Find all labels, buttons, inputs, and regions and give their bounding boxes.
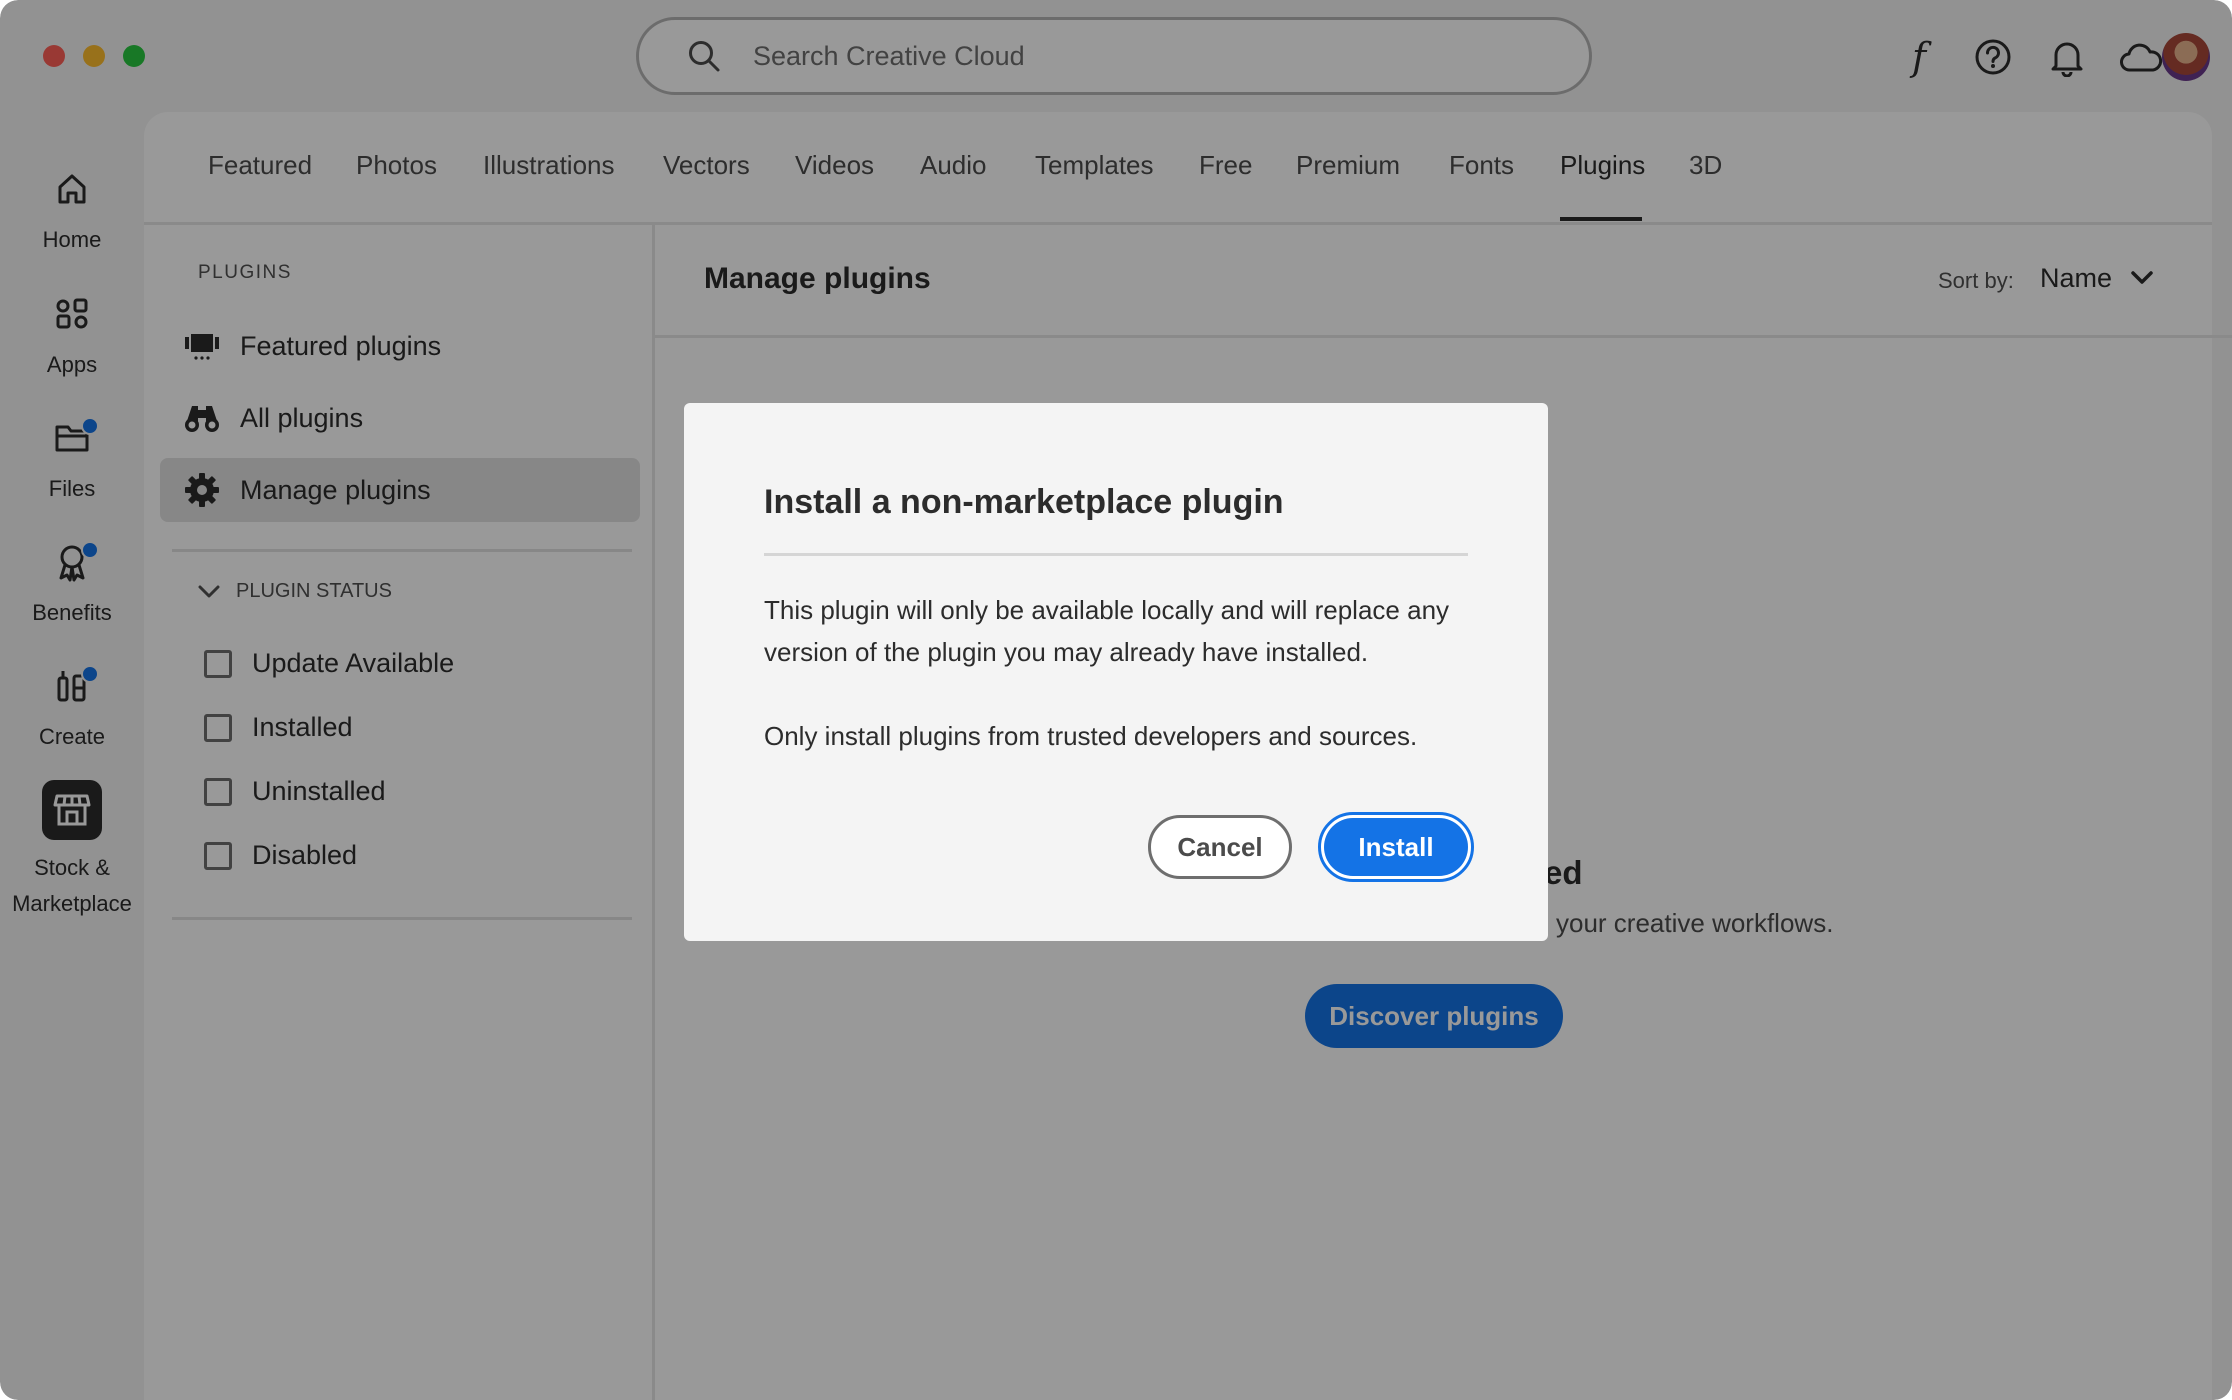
dialog-divider: [764, 553, 1468, 556]
dialog-title: Install a non-marketplace plugin: [764, 483, 1284, 521]
dialog-message: This plugin will only be available local…: [764, 595, 1450, 667]
install-button[interactable]: Install: [1318, 812, 1474, 882]
install-plugin-dialog: Install a non-marketplace plugin This pl…: [684, 403, 1548, 941]
app-window: f Home: [0, 0, 2232, 1400]
dialog-warning: Only install plugins from trusted develo…: [764, 721, 1418, 751]
cancel-button[interactable]: Cancel: [1148, 815, 1292, 879]
dialog-body: This plugin will only be available local…: [764, 589, 1484, 757]
install-button-label: Install: [1324, 818, 1468, 876]
